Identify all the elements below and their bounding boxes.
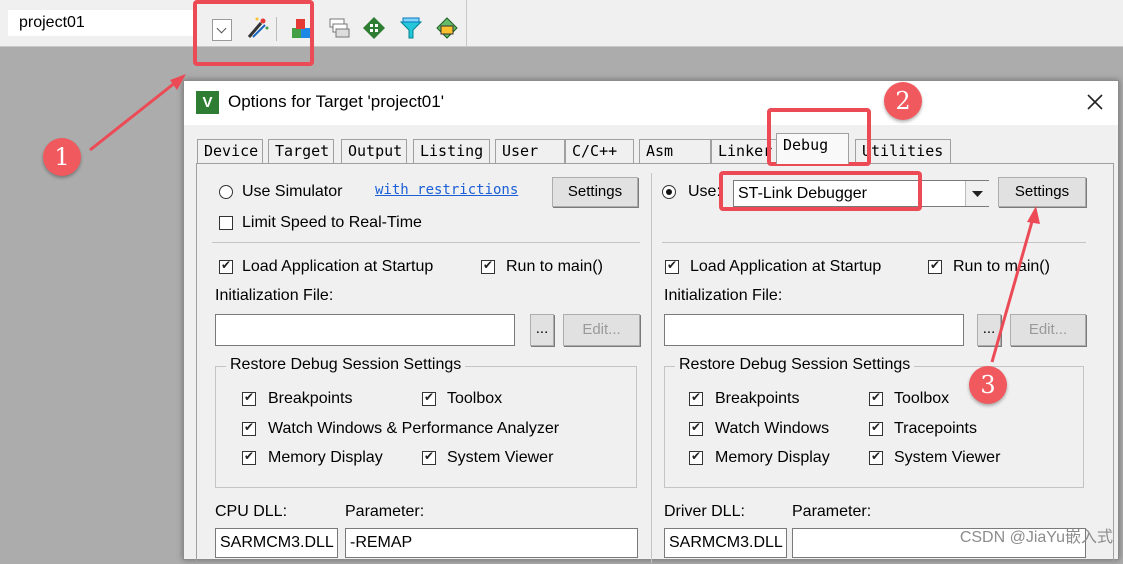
toolbar: project01	[0, 0, 1123, 47]
left-sysviewer-label: System Viewer	[447, 449, 554, 466]
tab-device[interactable]: Device	[197, 139, 263, 163]
left-edit-button[interactable]: Edit...	[563, 314, 640, 346]
left-run-to-main-checkbox[interactable]	[481, 258, 495, 274]
left-sysviewer-checkbox[interactable]	[422, 449, 436, 465]
right-tracepoints-label: Tracepoints	[894, 420, 977, 437]
right-watch-label: Watch Windows	[715, 420, 830, 437]
driver-dll-label: Driver DLL:	[664, 503, 745, 520]
close-icon[interactable]	[1084, 91, 1106, 113]
tab-asm[interactable]: Asm	[639, 139, 711, 163]
arrow-1-line	[89, 80, 177, 152]
right-breakpoints-checkbox[interactable]	[689, 390, 703, 406]
right-edit-button[interactable]: Edit...	[1010, 314, 1086, 346]
tab-target[interactable]: Target	[268, 139, 334, 163]
right-browse-button[interactable]: ...	[977, 314, 1001, 346]
use-simulator-label: Use Simulator	[242, 183, 343, 200]
toolbar-end-divider	[466, 0, 467, 46]
panel-divider	[651, 173, 652, 563]
simulator-settings-button[interactable]: Settings	[552, 177, 638, 207]
left-parameter-label: Parameter:	[345, 503, 425, 520]
with-restrictions-link[interactable]: with restrictions	[375, 182, 518, 198]
left-load-app-checkbox[interactable]	[219, 258, 233, 274]
left-memory-checkbox[interactable]	[242, 449, 256, 465]
cpu-dll-input[interactable]: SARMCM3.DLL	[215, 528, 338, 558]
tab-output[interactable]: Output	[341, 139, 407, 163]
keil-logo-icon: V	[196, 91, 219, 114]
annotation-box-toolbar	[193, 0, 314, 66]
limit-speed-label: Limit Speed to Real-Time	[242, 214, 422, 231]
cpu-dll-label: CPU DLL:	[215, 503, 288, 520]
right-tracepoints-checkbox[interactable]	[869, 420, 883, 436]
right-restore-title: Restore Debug Session Settings	[675, 356, 915, 374]
right-load-app-label: Load Application at Startup	[690, 258, 882, 275]
right-toolbox-label: Toolbox	[894, 390, 950, 407]
chevron-down-icon[interactable]	[965, 181, 989, 206]
left-toolbox-label: Toolbox	[447, 390, 503, 407]
right-separator	[662, 242, 1086, 243]
left-init-file-label: Initialization File:	[215, 287, 334, 304]
right-run-to-main-checkbox[interactable]	[928, 258, 942, 274]
target-select[interactable]: project01	[8, 10, 193, 36]
tab-cc[interactable]: C/C++	[565, 139, 634, 163]
tab-listing[interactable]: Listing	[413, 139, 490, 163]
options-dialog: V Options for Target 'project01' Device …	[183, 80, 1119, 564]
right-toolbox-checkbox[interactable]	[869, 390, 883, 406]
left-memory-label: Memory Display	[268, 449, 383, 466]
right-memory-label: Memory Display	[715, 449, 830, 466]
dialog-title: Options for Target 'project01'	[228, 92, 444, 111]
left-init-file-input[interactable]	[215, 314, 515, 346]
right-watch-checkbox[interactable]	[689, 420, 703, 436]
tab-debug[interactable]: Debug	[776, 133, 849, 164]
right-load-app-checkbox[interactable]	[665, 258, 679, 274]
left-run-to-main-label: Run to main()	[506, 258, 603, 275]
left-breakpoints-label: Breakpoints	[268, 390, 353, 407]
left-watch-label: Watch Windows & Performance Analyzer	[268, 420, 560, 437]
dialog-titlebar: V Options for Target 'project01'	[184, 81, 1118, 125]
right-memory-checkbox[interactable]	[689, 449, 703, 465]
tab-user[interactable]: User	[495, 139, 565, 163]
watermark: CSDN @JiaYu嵌入式	[959, 529, 1113, 546]
map-icon[interactable]	[435, 16, 459, 40]
debugger-settings-button[interactable]: Settings	[998, 177, 1086, 207]
right-parameter-label: Parameter:	[792, 503, 872, 520]
left-separator	[212, 242, 640, 243]
left-browse-button[interactable]: ...	[530, 314, 554, 346]
left-toolbox-checkbox[interactable]	[422, 390, 436, 406]
limit-speed-checkbox[interactable]	[219, 216, 233, 230]
annotation-badge-1: 1	[43, 138, 81, 176]
use-debugger-radio[interactable]	[662, 185, 676, 199]
annotation-badge-3: 3	[969, 366, 1007, 404]
select-packs-icon[interactable]	[327, 16, 351, 40]
right-run-to-main-label: Run to main()	[953, 258, 1050, 275]
annotation-box-debugger	[719, 171, 922, 211]
left-watch-checkbox[interactable]	[242, 420, 256, 436]
left-breakpoints-checkbox[interactable]	[242, 390, 256, 406]
right-init-file-input[interactable]	[664, 314, 964, 346]
update-icon[interactable]	[399, 16, 423, 40]
left-parameter-input[interactable]: -REMAP	[345, 528, 638, 558]
use-label: Use:	[688, 183, 721, 200]
right-breakpoints-label: Breakpoints	[715, 390, 800, 407]
driver-dll-input[interactable]: SARMCM3.DLL	[664, 528, 787, 558]
right-init-file-label: Initialization File:	[664, 287, 783, 304]
right-sysviewer-label: System Viewer	[894, 449, 1001, 466]
use-simulator-radio[interactable]	[219, 185, 233, 199]
annotation-badge-2: 2	[884, 82, 922, 120]
left-restore-title: Restore Debug Session Settings	[226, 356, 466, 374]
pack-installer-icon[interactable]	[362, 16, 386, 40]
right-sysviewer-checkbox[interactable]	[869, 449, 883, 465]
left-load-app-label: Load Application at Startup	[242, 258, 434, 275]
